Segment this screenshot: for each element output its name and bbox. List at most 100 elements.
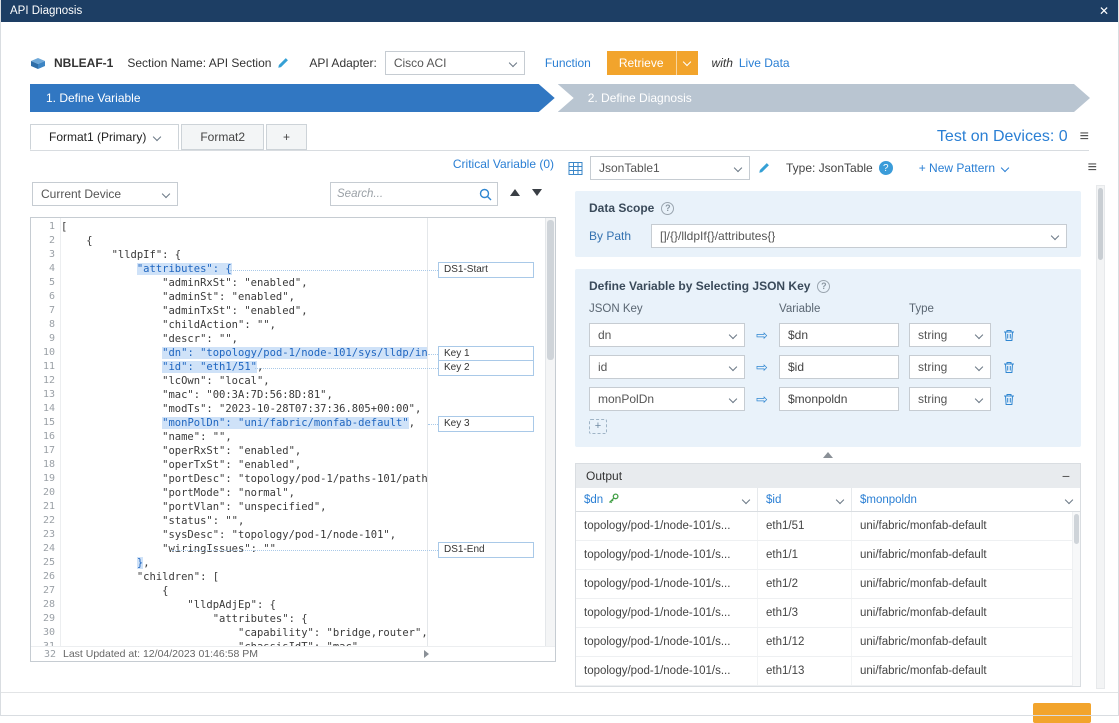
function-link[interactable]: Function [545,56,591,70]
code-line[interactable]: "id": "eth1/51", [61,360,427,374]
output-row[interactable]: topology/pod-1/node-101/s...eth1/12uni/f… [576,628,1080,657]
scrollbar-thumb[interactable] [1098,188,1103,260]
code-line[interactable]: "adminRxSt": "enabled", [61,276,427,290]
help-icon[interactable]: ? [817,280,830,293]
delete-variable-icon[interactable] [1003,329,1015,342]
tab-format2[interactable]: Format2 [181,124,264,150]
new-pattern-link[interactable]: + New Pattern [919,161,1008,175]
data-scope-path-select[interactable]: []/{}/lldpIf{}/attributes{} [651,224,1067,248]
highlighted-token[interactable]: "attributes": { [137,263,232,275]
json-key-select[interactable]: id [589,355,745,379]
code-line[interactable]: "lldpIf": { [61,248,427,262]
live-data-link[interactable]: Live Data [739,56,790,70]
highlighted-token[interactable]: "id": "eth1/51" [162,361,257,373]
code-line[interactable]: "descr": "", [61,332,427,346]
device-scope-select[interactable]: Current Device [32,182,178,206]
panel-scrollbar[interactable] [1096,185,1105,689]
code-line[interactable]: "operTxSt": "enabled", [61,458,427,472]
output-column-header[interactable]: $id [758,488,852,511]
add-format-tab[interactable]: + [266,124,307,150]
code-line[interactable]: "dn": "topology/pod-1/node-101/sys/lldp/… [61,346,427,360]
annotation-key-3[interactable]: Key 3 [438,416,534,432]
edit-section-icon[interactable] [277,57,289,69]
variable-input[interactable] [779,387,899,411]
delete-variable-icon[interactable] [1003,361,1015,374]
collapse-handle[interactable] [575,447,1081,463]
api-adapter-select[interactable]: Cisco ACI [385,51,525,75]
code-line[interactable]: { [61,234,427,248]
json-key-select[interactable]: monPolDn [589,387,745,411]
code-line[interactable]: "portDesc": "topology/pod-1/paths-101/pa… [61,472,427,486]
code-line[interactable]: "adminSt": "enabled", [61,290,427,304]
code-line[interactable]: "chassisIdT": "mac", [61,640,427,646]
code-line[interactable]: { [61,584,427,598]
code-line[interactable]: "operRxSt": "enabled", [61,444,427,458]
search-icon[interactable] [473,188,497,201]
code-line[interactable]: "lldpAdjEp": { [61,598,427,612]
highlighted-token[interactable]: "dn": "topology/pod-1/node-101/sys/lldp/… [162,347,427,359]
retrieve-button[interactable]: Retrieve [607,51,698,75]
code-line[interactable]: "sysDesc": "topology/pod-1/node-101", [61,528,427,542]
bottom-action-button[interactable] [1033,703,1091,723]
test-on-devices-link[interactable]: Test on Devices: 0 [937,128,1068,146]
code-line[interactable]: "children": [ [61,570,427,584]
search-input[interactable] [331,188,473,200]
type-select[interactable]: string [909,387,991,411]
code-line[interactable]: "lcOwn": "local", [61,374,427,388]
code-line[interactable]: "status": "", [61,514,427,528]
edit-pattern-icon[interactable] [758,162,770,174]
code-line[interactable]: "attributes": { [61,262,427,276]
output-row[interactable]: topology/pod-1/node-101/s...eth1/1uni/fa… [576,541,1080,570]
output-row[interactable]: topology/pod-1/node-101/s...eth1/2uni/fa… [576,570,1080,599]
editor-vertical-scrollbar[interactable] [545,218,555,646]
minimize-output-icon[interactable]: − [1062,469,1070,483]
output-row[interactable]: topology/pod-1/node-101/s...eth1/51uni/f… [576,512,1080,541]
code-line[interactable]: "wiringIssues": "" [61,542,427,556]
annotation-key-2[interactable]: Key 2 [438,360,534,376]
critical-variable-link[interactable]: Critical Variable (0) [453,157,554,171]
scrollbar-thumb[interactable] [547,220,554,360]
code-line[interactable]: "portVlan": "unspecified", [61,500,427,514]
step-define-diagnosis[interactable]: 2. Define Diagnosis [558,84,1090,112]
type-select[interactable]: string [909,323,991,347]
type-select[interactable]: string [909,355,991,379]
output-scrollbar[interactable] [1072,512,1080,686]
h-scroll-right-arrow[interactable] [424,650,429,658]
step-define-variable[interactable]: 1. Define Variable [30,84,555,112]
code-line[interactable]: "attributes": { [61,612,427,626]
tab-format1[interactable]: Format1 (Primary) [30,124,179,150]
scrollbar-thumb[interactable] [1074,514,1079,544]
help-icon[interactable]: ? [661,202,674,215]
code-line[interactable]: }, [61,556,427,570]
highlighted-token[interactable]: "monPolDn": "uni/fabric/monfab-default" [162,417,409,429]
code-line[interactable]: "mac": "00:3A:7D:56:8D:81", [61,388,427,402]
search-prev-icon[interactable] [510,189,520,196]
menu-icon[interactable]: ≡ [1080,129,1089,145]
code-area[interactable]: [ { "lldpIf": { "attributes": { "adminRx… [61,218,427,646]
close-icon[interactable]: ✕ [1099,5,1109,17]
code-line[interactable]: "childAction": "", [61,318,427,332]
code-line[interactable]: "capability": "bridge,router", [61,626,427,640]
annotation-ds1-start[interactable]: DS1-Start [438,262,534,278]
output-row[interactable]: topology/pod-1/node-101/s...eth1/3uni/fa… [576,599,1080,628]
retrieve-dropdown[interactable] [676,51,698,75]
code-line[interactable]: [ [61,220,427,234]
help-icon[interactable]: ? [879,161,893,175]
json-key-select[interactable]: dn [589,323,745,347]
add-variable-button[interactable]: + [589,419,607,434]
code-line[interactable]: "adminTxSt": "enabled", [61,304,427,318]
delete-variable-icon[interactable] [1003,393,1015,406]
code-line[interactable]: "modTs": "2023-10-28T07:37:36.805+00:00"… [61,402,427,416]
output-column-header[interactable]: $dn [576,488,758,511]
variable-input[interactable] [779,355,899,379]
menu-icon[interactable]: ≡ [1088,160,1097,176]
code-line[interactable]: "name": "", [61,430,427,444]
output-row[interactable]: topology/pod-1/node-101/s...eth1/13uni/f… [576,657,1080,686]
code-line[interactable]: "monPolDn": "uni/fabric/monfab-default", [61,416,427,430]
annotation-ds1-end[interactable]: DS1-End [438,542,534,558]
variable-input[interactable] [779,323,899,347]
pattern-select[interactable]: JsonTable1 [590,156,750,180]
output-column-header[interactable]: $monpoldn [852,488,1080,511]
code-line[interactable]: "portMode": "normal", [61,486,427,500]
search-next-icon[interactable] [532,189,542,196]
